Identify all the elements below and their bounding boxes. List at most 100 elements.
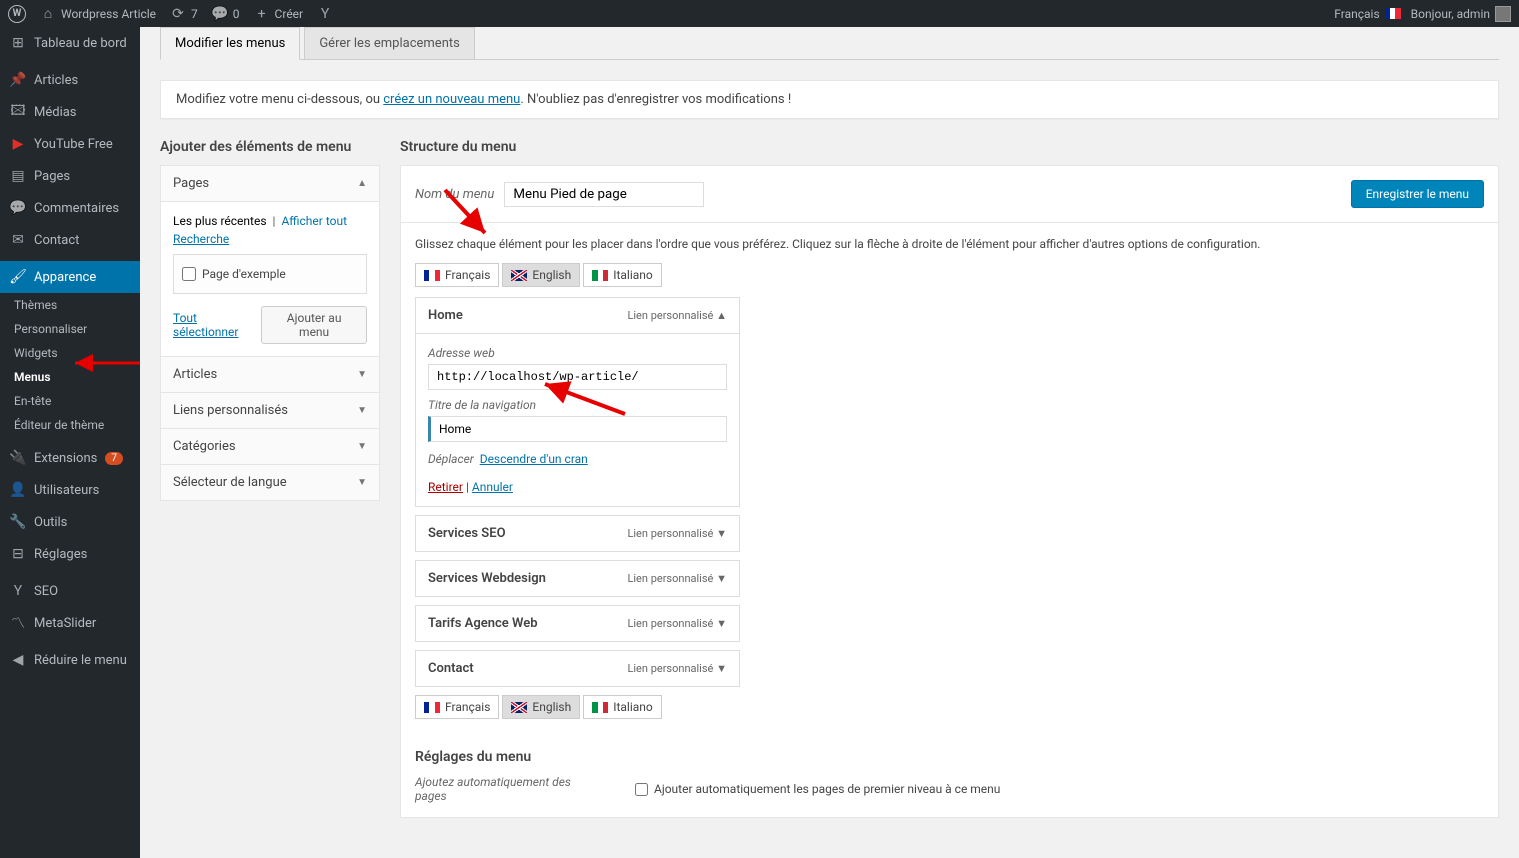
cancel-link[interactable]: Annuler xyxy=(472,480,513,494)
collapse-icon: ◀ xyxy=(10,652,26,668)
submenu-menus[interactable]: Menus xyxy=(0,365,140,389)
mi-title: Services SEO xyxy=(428,526,506,541)
lang-tab-en-bottom[interactable]: English xyxy=(502,695,580,719)
menu-item-services-webdesign[interactable]: Services WebdesignLien personnalisé ▼ xyxy=(415,560,740,597)
page-sample-row[interactable]: Page d'exemple xyxy=(182,267,358,281)
auto-add-row[interactable]: Ajouter automatiquement les pages de pre… xyxy=(635,775,1000,803)
updates-link[interactable]: ⟳7 xyxy=(170,6,198,22)
lang-tab-it-bottom[interactable]: Italiano xyxy=(583,695,662,719)
menu-plugins[interactable]: 🔌Extensions 7 xyxy=(0,442,140,474)
chevron-down-icon: ▼ xyxy=(716,617,727,630)
plugin-icon: 🔌 xyxy=(10,450,26,466)
menu-comments[interactable]: 💬Commentaires xyxy=(0,192,140,224)
menu-appearance[interactable]: 🖌Apparence xyxy=(0,261,140,293)
subtab-recent[interactable]: Les plus récentes xyxy=(173,214,267,228)
move-down-link[interactable]: Descendre d'un cran xyxy=(480,452,588,466)
mi-title: Home xyxy=(428,308,463,323)
menu-media[interactable]: 🖾Médias xyxy=(0,96,140,128)
account-link[interactable]: Bonjour, admin xyxy=(1411,6,1511,22)
lang-tab-en[interactable]: English xyxy=(502,263,580,287)
update-icon: ⟳ xyxy=(170,6,186,22)
menu-seo[interactable]: YSEO xyxy=(0,575,140,607)
mail-icon: ✉ xyxy=(10,232,26,248)
instruction-text: Glissez chaque élément pour les placer d… xyxy=(415,237,1484,251)
submenu-widgets[interactable]: Widgets xyxy=(0,341,140,365)
menu-header-bar: Nom du menu Enregistrer le menu xyxy=(400,165,1499,222)
submenu-editor[interactable]: Éditeur de thème xyxy=(0,413,140,437)
admin-sidebar: ⊞Tableau de bord 📌Articles 🖾Médias ▶YouT… xyxy=(0,27,140,858)
menu-name-input[interactable] xyxy=(504,182,704,207)
flag-it-icon xyxy=(592,270,608,281)
menu-item-tarifs[interactable]: Tarifs Agence WebLien personnalisé ▼ xyxy=(415,605,740,642)
new-link[interactable]: +Créer xyxy=(254,6,304,22)
menu-item-home[interactable]: HomeLien personnalisé ▲ Adresse web Titr… xyxy=(415,297,740,507)
user-icon: 👤 xyxy=(10,482,26,498)
tab-edit-menus[interactable]: Modifier les menus xyxy=(160,27,300,60)
nav-title-input[interactable] xyxy=(428,416,727,442)
avatar-icon xyxy=(1495,6,1511,22)
menu-articles[interactable]: 📌Articles xyxy=(0,64,140,96)
save-menu-button[interactable]: Enregistrer le menu xyxy=(1351,180,1484,208)
panel-pages-head[interactable]: Pages▲ xyxy=(161,166,379,202)
menu-tools[interactable]: 🔧Outils xyxy=(0,506,140,538)
site-link[interactable]: ⌂Wordpress Article xyxy=(40,6,156,22)
panel-langsel-head[interactable]: Sélecteur de langue▼ xyxy=(161,465,379,500)
nav-title-label: Titre de la navigation xyxy=(428,398,727,412)
lang-tab-it[interactable]: Italiano xyxy=(583,263,662,287)
home-icon: ⌂ xyxy=(40,6,56,22)
comments-link[interactable]: 💬0 xyxy=(212,6,240,22)
lang-tab-fr[interactable]: Français xyxy=(415,263,499,287)
sliders-icon: ⊟ xyxy=(10,546,26,562)
create-menu-link[interactable]: créez un nouveau menu xyxy=(383,92,520,107)
menu-youtube[interactable]: ▶YouTube Free xyxy=(0,128,140,160)
wp-logo[interactable]: W xyxy=(8,5,26,23)
menu-contact[interactable]: ✉Contact xyxy=(0,224,140,256)
remove-link[interactable]: Retirer xyxy=(428,480,463,494)
menu-item-contact[interactable]: ContactLien personnalisé ▼ xyxy=(415,650,740,687)
panel-links-head[interactable]: Liens personnalisés▼ xyxy=(161,393,379,428)
menu-metaslider[interactable]: 〽MetaSlider xyxy=(0,607,140,639)
youtube-icon: ▶ xyxy=(10,136,26,152)
submenu-themes[interactable]: Thèmes xyxy=(0,293,140,317)
add-elements-title: Ajouter des éléments de menu xyxy=(160,139,380,155)
tab-manage-locations[interactable]: Gérer les emplacements xyxy=(304,27,475,60)
pin-icon: 📌 xyxy=(10,72,26,88)
menu-settings[interactable]: ⊟Réglages xyxy=(0,538,140,570)
chevron-down-icon: ▼ xyxy=(716,527,727,540)
menu-pages[interactable]: ▤Pages xyxy=(0,160,140,192)
menu-item-services-seo[interactable]: Services SEOLien personnalisé ▼ xyxy=(415,515,740,552)
subtab-viewall[interactable]: Afficher tout xyxy=(281,214,347,228)
plugin-badge: 7 xyxy=(105,452,123,465)
menu-dashboard[interactable]: ⊞Tableau de bord xyxy=(0,27,140,59)
auto-add-checkbox[interactable] xyxy=(635,783,648,796)
menu-collapse[interactable]: ◀Réduire le menu xyxy=(0,644,140,676)
page-icon: ▤ xyxy=(10,168,26,184)
panel-articles-head[interactable]: Articles▼ xyxy=(161,357,379,392)
flag-fr-icon xyxy=(424,702,440,713)
plus-icon: + xyxy=(254,6,270,22)
lang-switch[interactable]: Français xyxy=(1334,7,1400,21)
chevron-down-icon: ▼ xyxy=(357,369,367,380)
lang-tab-fr-bottom[interactable]: Français xyxy=(415,695,499,719)
select-all-link[interactable]: Tout sélectionner xyxy=(173,311,261,339)
dashboard-icon: ⊞ xyxy=(10,35,26,51)
panel-categories-head[interactable]: Catégories▼ xyxy=(161,429,379,464)
chevron-down-icon: ▼ xyxy=(716,662,727,675)
menu-settings-title: Réglages du menu xyxy=(415,749,1484,765)
submenu-header[interactable]: En-tête xyxy=(0,389,140,413)
submenu-customize[interactable]: Personnaliser xyxy=(0,317,140,341)
subtab-search[interactable]: Recherche xyxy=(173,232,229,246)
menu-users[interactable]: 👤Utilisateurs xyxy=(0,474,140,506)
comment-icon: 💬 xyxy=(10,200,26,216)
chevron-up-icon: ▲ xyxy=(357,178,367,189)
url-input[interactable] xyxy=(428,364,727,390)
structure-title: Structure du menu xyxy=(400,139,1499,155)
chevron-down-icon: ▼ xyxy=(716,572,727,585)
yoast-link[interactable]: Y xyxy=(317,6,333,22)
page-sample-checkbox[interactable] xyxy=(182,267,196,281)
wrench-icon: 🔧 xyxy=(10,514,26,530)
chevron-down-icon: ▼ xyxy=(357,405,367,416)
flag-fr-icon xyxy=(424,270,440,281)
flag-it-icon xyxy=(592,702,608,713)
add-to-menu-button[interactable]: Ajouter au menu xyxy=(261,306,367,344)
